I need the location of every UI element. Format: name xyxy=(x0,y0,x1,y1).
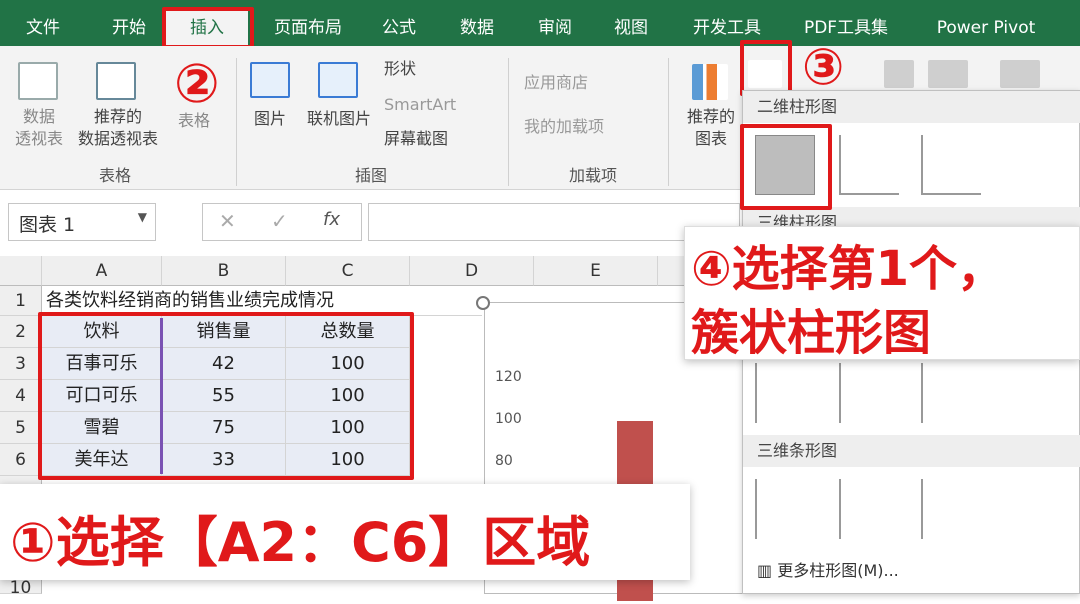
separator xyxy=(668,58,669,186)
chart-icon-4[interactable] xyxy=(1000,60,1040,88)
row-header-4[interactable]: 4 xyxy=(0,380,42,412)
chart-handle[interactable] xyxy=(476,296,490,310)
picture-icon[interactable] xyxy=(250,62,290,98)
tab-home[interactable]: 开始 xyxy=(96,0,162,46)
bar-icon[interactable] xyxy=(755,363,815,423)
picture-button[interactable]: 图片 xyxy=(246,108,294,130)
row-header-5[interactable]: 5 xyxy=(0,412,42,444)
step-4-text-line1: ④选择第1个， xyxy=(691,241,1006,297)
step-2-marker: ② xyxy=(174,52,220,115)
step-3-marker: ③ xyxy=(802,38,845,96)
pivot-table-button[interactable]: 数据 透视表 xyxy=(6,106,72,150)
screenshot-button[interactable]: 屏幕截图 xyxy=(384,128,494,150)
step-4-text-line2: 簇状柱形图 xyxy=(691,305,932,361)
tab-page-layout[interactable]: 页面布局 xyxy=(262,0,354,46)
stacked-bar-icon[interactable] xyxy=(839,363,899,423)
insert-tab-highlight xyxy=(162,7,254,49)
tab-file[interactable]: 文件 xyxy=(14,0,72,46)
step-1-text: ①选择【A2：C6】区域 xyxy=(10,511,591,574)
column-header-e[interactable]: E xyxy=(534,256,658,286)
recommended-chart-icon[interactable] xyxy=(692,64,728,100)
group-label-addins: 加载项 xyxy=(568,166,617,185)
store-button[interactable]: 应用商店 xyxy=(524,72,624,94)
corner-select-all[interactable] xyxy=(0,256,42,286)
chart-icon-2[interactable] xyxy=(884,60,914,88)
formula-controls: ✕ ✓ fx xyxy=(202,203,362,241)
tab-power-pivot[interactable]: Power Pivot xyxy=(924,0,1048,46)
column-header-a[interactable]: A xyxy=(42,256,162,286)
name-box[interactable]: 图表 1 ▼ xyxy=(8,203,156,241)
y-tick-label: 100 xyxy=(495,411,522,427)
group-label-illustrations: 插图 xyxy=(354,166,387,185)
section-3d-bar: 三维条形图 xyxy=(743,435,1080,467)
row-header-2[interactable]: 2 xyxy=(0,316,42,348)
online-picture-button[interactable]: 联机图片 xyxy=(300,108,378,130)
row-header-6[interactable]: 6 xyxy=(0,444,42,476)
column-header-d[interactable]: D xyxy=(410,256,534,286)
row-header-1[interactable]: 1 xyxy=(0,286,42,316)
separator xyxy=(508,58,509,186)
more-column-charts-link[interactable]: ▥ 更多柱形图(M)... xyxy=(757,557,899,581)
name-box-value: 图表 1 xyxy=(19,214,76,236)
3d-stacked-bar-icon[interactable] xyxy=(839,479,899,539)
tab-review[interactable]: 审阅 xyxy=(526,0,584,46)
more-column-charts-label: 更多柱形图(M)... xyxy=(777,561,899,580)
step-1-callout: ①选择【A2：C6】区域 xyxy=(0,484,690,580)
recommended-chart-button[interactable]: 推荐的 图表 xyxy=(680,106,742,150)
3d-bar-icon[interactable] xyxy=(755,479,815,539)
pivot-table-icon[interactable] xyxy=(18,62,58,100)
percent-column-icon[interactable] xyxy=(921,135,981,195)
tab-view[interactable]: 视图 xyxy=(602,0,660,46)
enter-icon[interactable]: ✓ xyxy=(271,209,288,233)
range-highlight xyxy=(38,312,414,480)
recommended-pivot-button[interactable]: 推荐的 数据透视表 xyxy=(70,106,166,150)
column-header-c[interactable]: C xyxy=(286,256,410,286)
row-header-3[interactable]: 3 xyxy=(0,348,42,380)
shapes-button[interactable]: 形状 xyxy=(384,58,464,80)
group-label-tables: 表格 xyxy=(98,166,131,185)
column-header-b[interactable]: B xyxy=(162,256,286,286)
tab-formulas[interactable]: 公式 xyxy=(370,0,428,46)
cancel-icon[interactable]: ✕ xyxy=(219,209,236,233)
section-2d-column: 二维柱形图 xyxy=(743,91,1080,123)
tab-data[interactable]: 数据 xyxy=(448,0,506,46)
clustered-column-highlight xyxy=(740,124,832,210)
y-tick-label: 120 xyxy=(495,369,522,385)
fx-icon[interactable]: fx xyxy=(323,209,340,230)
column-chart-highlight xyxy=(740,40,792,96)
my-addins-button[interactable]: 我的加载项 xyxy=(524,116,644,138)
stacked-column-icon[interactable] xyxy=(839,135,899,195)
percent-bar-icon[interactable] xyxy=(921,363,981,423)
online-picture-icon[interactable] xyxy=(318,62,358,98)
y-tick-label: 80 xyxy=(495,453,513,469)
separator xyxy=(236,58,237,186)
smartart-button[interactable]: SmartArt xyxy=(384,94,494,116)
chart-icon-3[interactable] xyxy=(928,60,968,88)
recommended-pivot-icon[interactable] xyxy=(96,62,136,100)
step-4-callout: ④选择第1个， 簇状柱形图 xyxy=(684,226,1080,361)
chart-small-icon: ▥ xyxy=(757,561,778,580)
3d-percent-bar-icon[interactable] xyxy=(921,479,981,539)
